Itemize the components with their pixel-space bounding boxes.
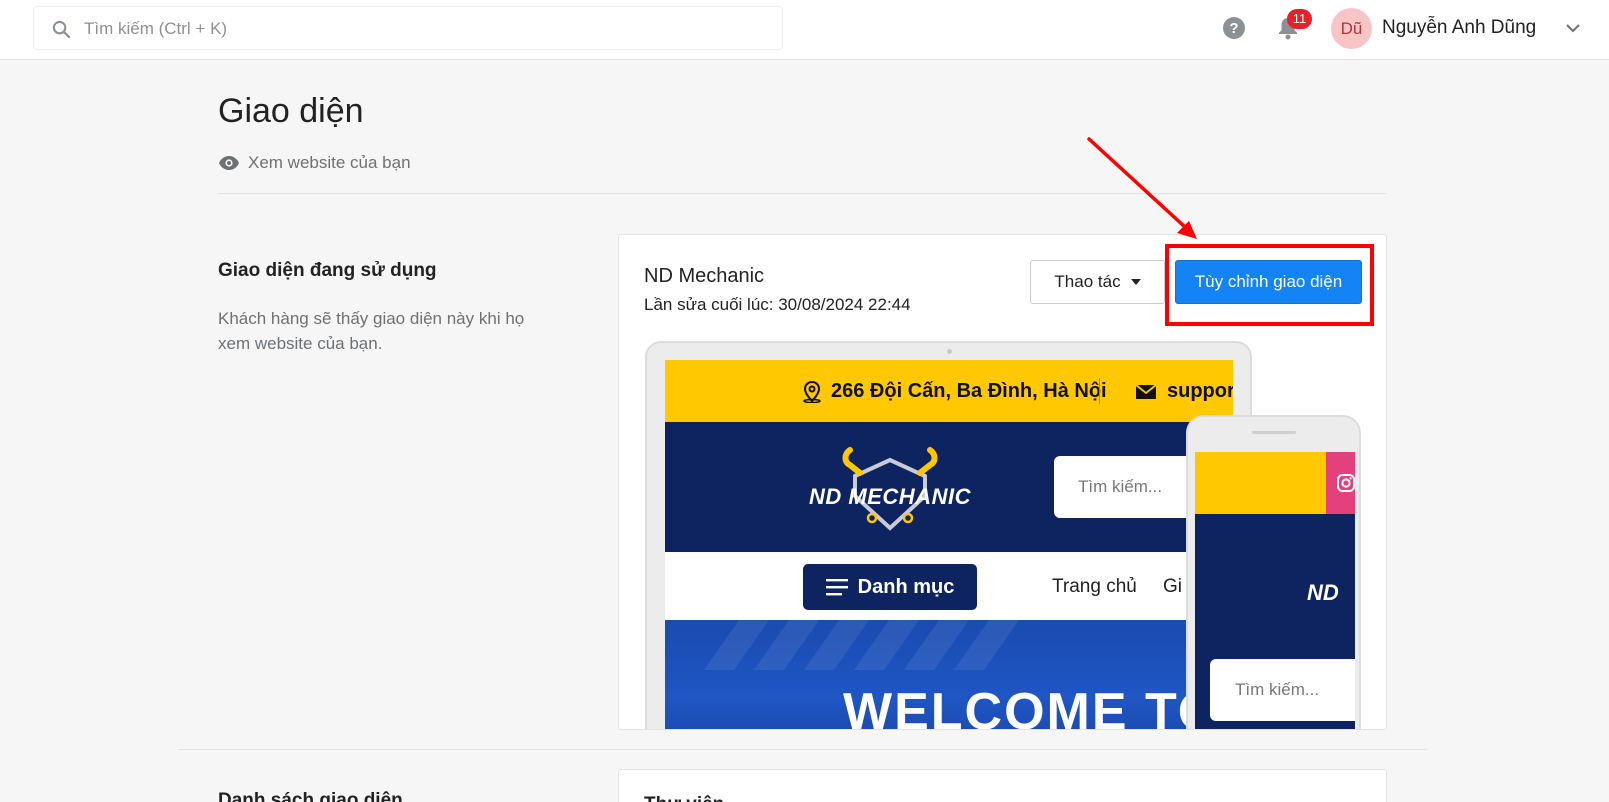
preview-search-placeholder: Tìm kiếm... <box>1078 477 1163 496</box>
preview-nav-item: Gi <box>1163 576 1182 597</box>
preview-nav: Danh mục Trang chủ Gi <box>665 552 1233 620</box>
help-icon[interactable]: ? <box>1222 16 1246 40</box>
search-icon <box>52 20 71 39</box>
phone-social-bar <box>1326 452 1355 514</box>
avatar[interactable]: Dũ <box>1331 8 1372 49</box>
highlight-box <box>1165 244 1374 326</box>
actions-label: Thao tác <box>1054 272 1121 291</box>
phone-topbar <box>1195 452 1326 514</box>
current-theme-card: ND Mechanic Lần sửa cuối lúc: 30/08/2024… <box>618 234 1387 730</box>
preview-address-text: 266 Đội Cấn, Ba Đình, Hà Nội <box>831 380 1107 402</box>
svg-text:?: ? <box>1229 20 1238 37</box>
phone-speaker <box>1252 431 1296 434</box>
hero-stripe <box>953 620 1027 670</box>
preview-hero: WELCOME TO <box>665 620 1233 730</box>
eye-icon <box>219 156 239 170</box>
preview-email-text: suppor <box>1167 380 1233 402</box>
search-input[interactable] <box>84 15 764 43</box>
preview-category-button: Danh mục <box>803 564 977 610</box>
phone-search-placeholder: Tìm kiếm... <box>1235 680 1320 699</box>
user-name[interactable]: Nguyễn Anh Dũng <box>1382 17 1536 39</box>
theme-name: ND Mechanic <box>644 265 765 287</box>
red-arrow-annotation <box>1087 137 1197 239</box>
phone-header: ND Tìm kiếm... <box>1195 514 1355 729</box>
tablet-screen: 266 Đội Cấn, Ba Đình, Hà Nội suppor ND M… <box>665 360 1233 730</box>
actions-dropdown-button[interactable]: Thao tác <box>1030 260 1165 304</box>
preview-header: ND MECHANIC Tìm kiếm... <box>665 422 1233 552</box>
camera-dot <box>947 349 952 354</box>
menu-icon <box>825 579 848 596</box>
view-website-label: Xem website của bạn <box>248 153 411 172</box>
preview-logo-text: ND MECHANIC <box>809 484 971 509</box>
preview-hero-text: WELCOME TO <box>843 683 1221 730</box>
preview-nav-home: Trang chủ <box>1052 576 1137 597</box>
top-bar: ? 11 Dũ Nguyễn Anh Dũng <box>0 0 1609 60</box>
phone-logo-text: ND <box>1307 580 1339 605</box>
separator <box>1099 378 1100 404</box>
divider <box>178 749 1427 750</box>
nd-mechanic-logo: ND MECHANIC <box>800 440 980 534</box>
chevron-down-icon[interactable] <box>1565 22 1581 34</box>
notification-badge: 11 <box>1287 9 1312 29</box>
section-title: Danh sách giao diện <box>218 790 403 802</box>
preview-email: suppor <box>1135 380 1233 403</box>
preview-address: 266 Đội Cấn, Ba Đình, Hà Nội <box>802 380 1107 403</box>
phone-screen: ND Tìm kiếm... <box>1195 452 1355 729</box>
card-title: Thư viện <box>644 794 724 802</box>
phone-search: Tìm kiếm... <box>1210 659 1355 721</box>
last-edited: Lần sửa cuối lúc: 30/08/2024 22:44 <box>644 295 911 314</box>
section-description: Khách hàng sẽ thấy giao diện này khi họ … <box>218 309 525 353</box>
phone-preview: ND Tìm kiếm... <box>1186 415 1361 729</box>
preview-category-label: Danh mục <box>857 575 955 598</box>
location-pin-icon <box>803 380 821 403</box>
preview-topbar: 266 Đội Cấn, Ba Đình, Hà Nội suppor <box>665 360 1233 422</box>
tablet-preview: 266 Đội Cấn, Ba Đình, Hà Nội suppor ND M… <box>645 341 1252 730</box>
mail-icon <box>1135 383 1157 399</box>
instagram-icon <box>1337 474 1355 492</box>
section-title: Giao diện đang sử dụng <box>218 260 437 281</box>
search-box[interactable] <box>33 6 783 50</box>
view-website-link[interactable]: Xem website của bạn <box>218 153 411 173</box>
theme-library-card: Thư viện <box>618 769 1387 802</box>
page-title: Giao diện <box>218 92 364 130</box>
caret-down-icon <box>1130 279 1141 285</box>
divider <box>218 193 1386 194</box>
